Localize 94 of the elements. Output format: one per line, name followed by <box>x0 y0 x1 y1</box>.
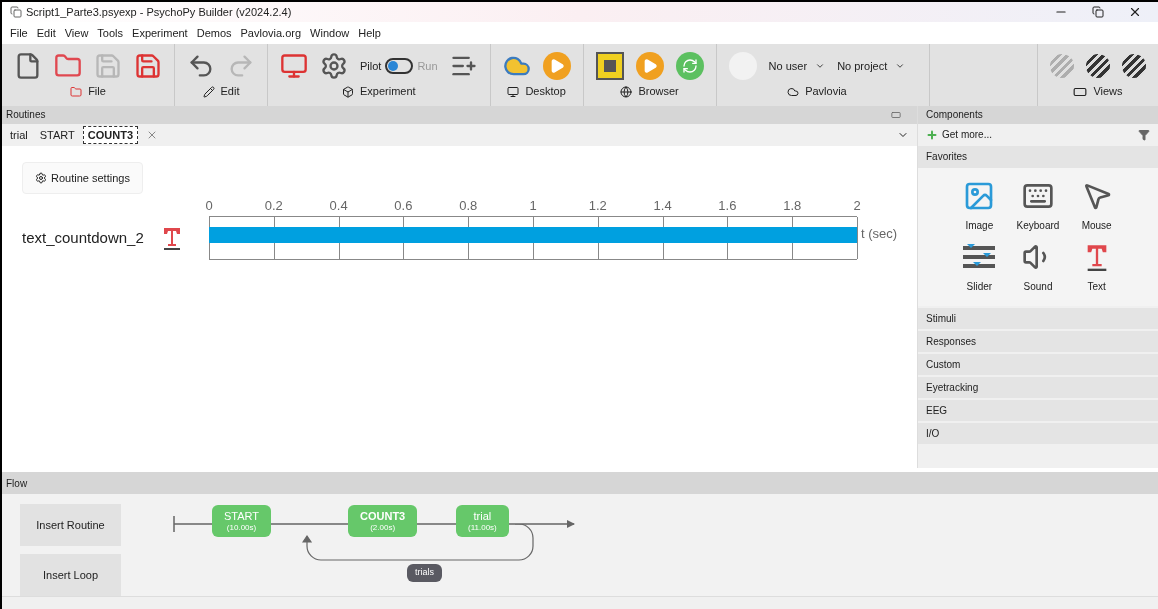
insert-button[interactable]: Insert Routine <box>20 504 121 546</box>
tick-label: 1.8 <box>783 196 802 215</box>
group-label: File <box>88 84 106 100</box>
menu-item[interactable]: Help <box>358 24 381 42</box>
folder-icon <box>54 51 82 80</box>
pilot-run-toggle[interactable] <box>385 57 414 74</box>
text-component-icon <box>162 225 182 250</box>
routine-tab[interactable]: trial <box>6 126 32 144</box>
component-button[interactable]: Keyboard <box>1008 179 1068 233</box>
category-header[interactable]: Stimuli <box>918 307 1158 329</box>
panel-title: Routines <box>6 108 46 123</box>
view-button[interactable] <box>1086 53 1110 78</box>
tick-label: 0.8 <box>459 196 478 215</box>
routine-tab[interactable]: COUNT3 <box>82 125 138 145</box>
tick-label: 0 <box>205 196 213 215</box>
tick-label: 1.6 <box>718 196 737 215</box>
category-header[interactable]: I/O <box>918 422 1158 444</box>
plus-icon <box>926 128 938 141</box>
saveas-button[interactable] <box>134 51 162 80</box>
play-icon <box>635 51 664 80</box>
tick-label: 0.4 <box>329 196 348 215</box>
play-button[interactable] <box>542 51 571 80</box>
component-duration-bar[interactable] <box>209 226 857 243</box>
sync-icon <box>675 51 704 80</box>
group-label: Experiment <box>359 84 416 100</box>
app-icon <box>10 5 22 18</box>
menu-item[interactable]: Tools <box>97 24 124 42</box>
tick-label: 1.2 <box>588 196 607 215</box>
group-label: Pavlovia <box>805 84 847 100</box>
menu-item[interactable]: Pavlovia.org <box>240 24 302 42</box>
menu-item[interactable]: Edit <box>36 24 56 42</box>
loop-label[interactable]: trials <box>407 564 442 582</box>
component-button[interactable]: Image <box>950 179 1009 233</box>
playjs-button[interactable] <box>635 51 664 80</box>
cloud-icon <box>787 85 800 98</box>
component-name: text_countdown_2 <box>22 227 145 248</box>
category-header[interactable]: Responses <box>918 330 1158 352</box>
component-button[interactable]: Sound <box>1008 240 1068 294</box>
category-header[interactable]: Eyetracking <box>918 376 1158 398</box>
menu-item[interactable]: Experiment <box>132 24 188 42</box>
filter-icon[interactable] <box>1138 128 1150 141</box>
category-header[interactable]: Custom <box>918 353 1158 375</box>
group-label: Desktop <box>525 84 566 100</box>
cube-icon <box>341 85 354 98</box>
menu-item[interactable]: Window <box>310 24 350 42</box>
pilot-label: Pilot <box>360 58 382 74</box>
window-icon <box>891 109 901 120</box>
user-dropdown[interactable]: No user <box>768 57 826 75</box>
tick-label: 2 <box>853 196 861 215</box>
monitor-icon <box>280 51 308 80</box>
open-button[interactable] <box>54 51 82 80</box>
save-icon <box>94 51 122 80</box>
tick-label: 0.2 <box>264 196 283 215</box>
routine-tab[interactable]: START <box>35 126 79 144</box>
run-label: Run <box>417 58 438 74</box>
save-as-icon <box>134 51 162 80</box>
slider-icon <box>963 242 996 271</box>
group-label: Edit <box>220 84 240 100</box>
view-icon <box>1122 53 1146 78</box>
menu-item[interactable]: Demos <box>196 24 232 42</box>
insert-button[interactable]: Insert Loop <box>20 554 121 596</box>
get-more-link[interactable]: Get more... <box>942 127 992 143</box>
menu-item[interactable]: File <box>10 24 28 42</box>
project-dropdown[interactable]: No project <box>837 57 906 75</box>
folder-icon <box>70 85 83 98</box>
sync-button[interactable] <box>675 51 704 80</box>
component-button[interactable]: Mouse <box>1067 179 1126 233</box>
restore-icon[interactable] <box>1092 5 1104 18</box>
menu-item[interactable]: View <box>64 24 89 42</box>
settings-icon <box>320 51 348 80</box>
component-button[interactable]: Text <box>1067 240 1126 294</box>
routine-settings-button[interactable]: Routine settings <box>22 161 143 194</box>
monitor-button[interactable] <box>280 51 308 80</box>
category-header[interactable]: EEG <box>918 399 1158 421</box>
view-icon <box>1086 53 1110 78</box>
axis-unit: t (sec) <box>861 225 898 244</box>
component-button[interactable]: Slider <box>950 240 1009 294</box>
group-label: Browser <box>638 84 679 100</box>
globe-icon <box>620 85 633 98</box>
tick-label: 1 <box>529 196 537 215</box>
window-title: Script1_Parte3.psyexp - PsychoPy Builder (v2024.2.4) <box>26 4 292 20</box>
tick-label: 0.6 <box>394 196 413 215</box>
pencil-icon <box>202 85 215 98</box>
view-icon <box>1050 53 1074 78</box>
group-label: Views <box>1093 84 1123 100</box>
panel-title: Components <box>926 108 983 123</box>
panel-title: Flow <box>6 476 28 491</box>
monitor-icon <box>507 85 520 98</box>
tick-label: 1.4 <box>653 196 672 215</box>
settings-button[interactable] <box>320 51 348 80</box>
play-icon <box>542 51 571 80</box>
settings-icon <box>35 171 47 184</box>
view-button[interactable] <box>1122 53 1146 78</box>
section-header: Favorites <box>926 150 968 165</box>
